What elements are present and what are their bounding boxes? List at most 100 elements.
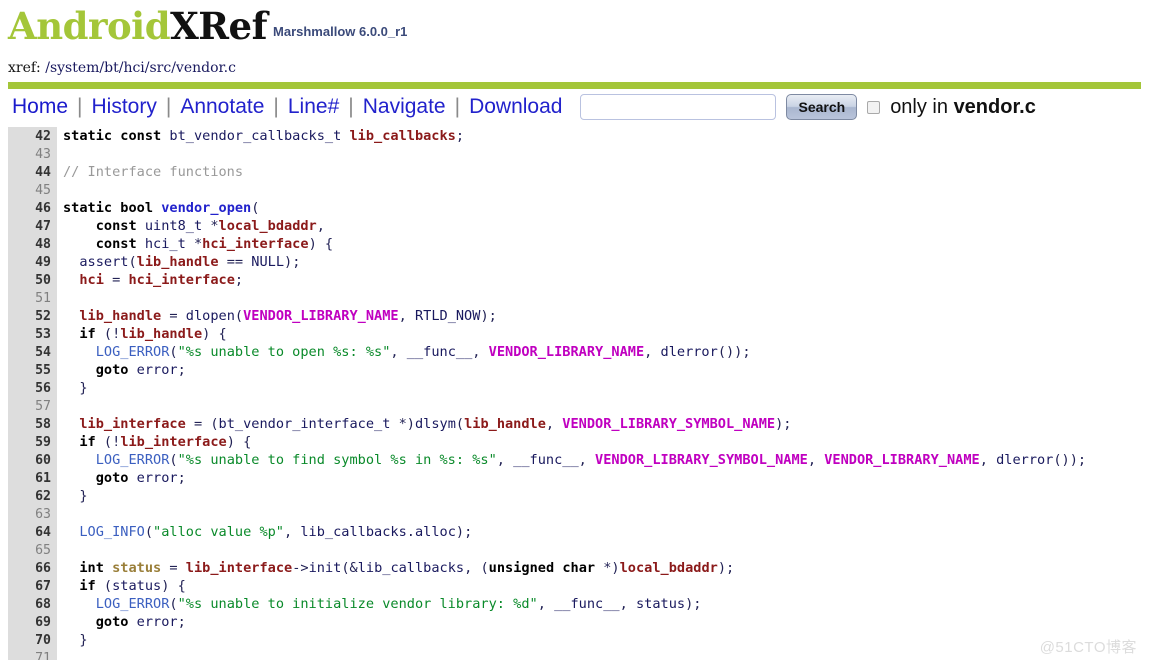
line-number[interactable]: 61 [8,470,57,488]
site-logo[interactable]: AndroidXRef Marshmallow 6.0.0_r1 [8,8,1149,45]
code-line: 67 if (status) { [0,577,1149,595]
line-number[interactable]: 50 [8,272,57,290]
line-number[interactable]: 43 [8,146,57,164]
code-token: ); [480,308,497,324]
only-in-file-checkbox[interactable] [867,100,881,114]
line-number[interactable]: 62 [8,488,57,506]
line-number[interactable]: 42 [8,128,57,146]
logo-text-xref: XRef [170,4,268,48]
code-line-content: } [63,488,88,504]
code-token: ; [455,128,465,144]
line-number[interactable]: 48 [8,236,57,254]
code-line: 50 hci = hci_interface; [0,271,1149,289]
code-line-content: lib_interface = (bt_vendor_interface_t *… [63,416,791,432]
line-number[interactable]: 56 [8,380,57,398]
code-token: lib_handle [120,326,203,342]
code-token: "%s unable to open %s: %s" [177,344,391,360]
code-token: lib_handle [79,308,162,324]
code-token: lib_handle [136,254,219,270]
code-token: ); [685,596,702,612]
line-number[interactable]: 52 [8,308,57,326]
source-code[interactable]: 42 static const bt_vendor_callbacks_t lib… [0,127,1149,660]
code-token: ); [455,524,473,540]
line-number[interactable]: 60 [8,452,57,470]
line-number[interactable]: 58 [8,416,57,434]
code-token: , [316,218,325,234]
line-number[interactable]: 45 [8,182,57,200]
main-navigation: Home | History | Annotate | Line# | Navi… [0,89,1149,125]
line-number[interactable]: 63 [8,506,57,524]
code-token: , [496,452,514,468]
line-number[interactable]: 53 [8,326,57,344]
line-number[interactable]: 57 [8,398,57,416]
code-token: local_bdaddr [218,218,317,234]
nav-download[interactable]: Download [460,95,571,119]
line-number[interactable]: 68 [8,596,57,614]
code-token: lib_interface [79,416,186,432]
only-in-prefix: only in [890,95,954,118]
code-token: __func__ [554,596,620,612]
nav-line-number[interactable]: Line# [279,95,348,119]
code-token: ) { [226,434,252,450]
line-number[interactable]: 55 [8,362,57,380]
nav-navigate[interactable]: Navigate [354,95,455,119]
logo-version-label: Marshmallow 6.0.0_r1 [273,24,408,39]
nav-home[interactable]: Home [8,95,77,119]
line-number[interactable]: 64 [8,524,57,542]
code-token: lib_callbacks [357,560,465,576]
line-number[interactable]: 51 [8,290,57,308]
code-token: , [398,308,415,324]
code-line: 44 // Interface functions [0,163,1149,181]
line-number[interactable]: 67 [8,578,57,596]
code-token: = [161,308,186,324]
line-number[interactable]: 54 [8,344,57,362]
line-number[interactable]: 49 [8,254,57,272]
code-token: *) [398,416,415,432]
line-number[interactable]: 71 [8,650,57,660]
line-number[interactable]: 44 [8,164,57,182]
code-line: 66 int status = lib_interface->init(&lib… [0,559,1149,577]
line-number[interactable]: 47 [8,218,57,236]
nav-history[interactable]: History [83,95,166,119]
site-header: AndroidXRef Marshmallow 6.0.0_r1 [0,0,1149,60]
search-input[interactable] [580,94,777,120]
line-number[interactable]: 46 [8,200,57,218]
code-token: assert [63,254,129,270]
code-token: ; [234,272,244,288]
code-line-content: LOG_ERROR("%s unable to find symbol %s i… [63,452,1086,468]
line-number[interactable]: 65 [8,542,57,560]
code-token: LOG_INFO [79,524,145,540]
code-token: ( [251,200,260,216]
line-number[interactable]: 59 [8,434,57,452]
code-token: ); [775,416,792,432]
line-number[interactable]: 69 [8,614,57,632]
code-line: 46 static bool vendor_open( [0,199,1149,217]
code-token: init [308,560,342,576]
logo-text-android: Android [8,4,171,48]
code-token: "alloc value %p" [153,524,284,540]
line-number[interactable]: 70 [8,632,57,650]
nav-annotate[interactable]: Annotate [171,95,273,119]
code-token: (! [95,326,121,342]
breadcrumb-path[interactable]: /system/bt/hci/src/vendor.c [45,60,236,76]
search-button[interactable]: Search [786,94,858,120]
code-token: hci_interface [202,236,309,252]
code-token: LOG_ERROR [95,344,170,360]
code-token: status [112,560,162,576]
code-line: 49 assert(lib_handle == NULL); [0,253,1149,271]
line-number[interactable]: 66 [8,560,57,578]
code-token: ( [144,524,154,540]
code-token: status [635,596,686,612]
code-token: error [136,614,178,630]
code-token: NULL [251,254,285,270]
code-token: } [63,488,88,504]
code-token: ) { [202,326,227,342]
code-line: 45 [0,181,1149,199]
code-line: 51 [0,289,1149,307]
